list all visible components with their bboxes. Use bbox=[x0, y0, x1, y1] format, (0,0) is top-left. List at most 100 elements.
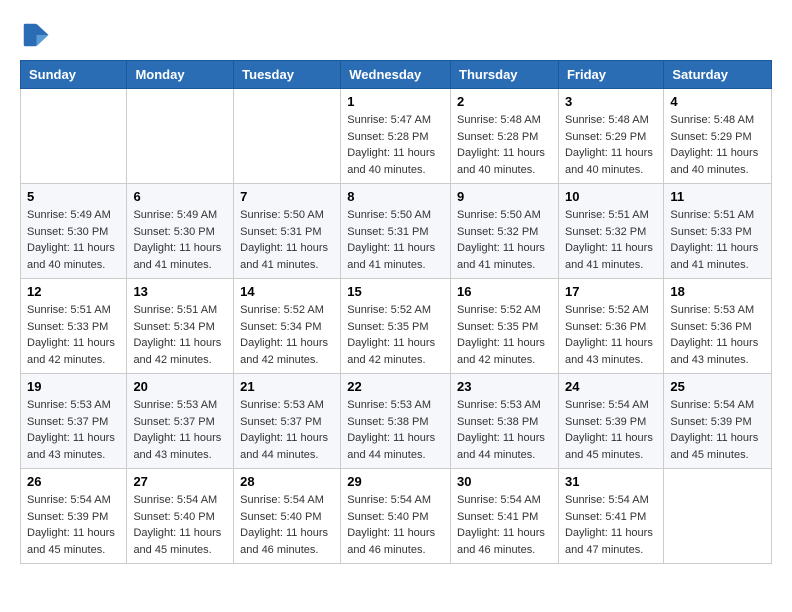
day-info: Sunrise: 5:54 AMSunset: 5:40 PMDaylight:… bbox=[347, 492, 444, 558]
calendar-cell: 18 Sunrise: 5:53 AMSunset: 5:36 PMDayligh… bbox=[664, 279, 772, 374]
day-number: 24 bbox=[565, 379, 657, 394]
calendar-cell: 28 Sunrise: 5:54 AMSunset: 5:40 PMDayligh… bbox=[234, 469, 341, 564]
day-number: 17 bbox=[565, 284, 657, 299]
day-info: Sunrise: 5:50 AMSunset: 5:31 PMDaylight:… bbox=[240, 207, 334, 273]
calendar-cell: 25 Sunrise: 5:54 AMSunset: 5:39 PMDayligh… bbox=[664, 374, 772, 469]
calendar-cell bbox=[127, 89, 234, 184]
day-of-week-header: Friday bbox=[558, 61, 663, 89]
calendar-cell: 14 Sunrise: 5:52 AMSunset: 5:34 PMDayligh… bbox=[234, 279, 341, 374]
day-number: 16 bbox=[457, 284, 552, 299]
day-number: 13 bbox=[133, 284, 227, 299]
day-info: Sunrise: 5:49 AMSunset: 5:30 PMDaylight:… bbox=[27, 207, 120, 273]
day-info: Sunrise: 5:54 AMSunset: 5:39 PMDaylight:… bbox=[670, 397, 765, 463]
day-number: 27 bbox=[133, 474, 227, 489]
day-number: 3 bbox=[565, 94, 657, 109]
day-number: 26 bbox=[27, 474, 120, 489]
calendar-week-row: 12Sunrise: 5:51 AMSunset: 5:33 PMDayligh… bbox=[21, 279, 772, 374]
day-info: Sunrise: 5:53 AMSunset: 5:37 PMDaylight:… bbox=[133, 397, 227, 463]
day-info: Sunrise: 5:52 AMSunset: 5:35 PMDaylight:… bbox=[457, 302, 552, 368]
day-number: 25 bbox=[670, 379, 765, 394]
day-info: Sunrise: 5:53 AMSunset: 5:36 PMDaylight:… bbox=[670, 302, 765, 368]
calendar-cell: 5 Sunrise: 5:49 AMSunset: 5:30 PMDaylight… bbox=[21, 184, 127, 279]
day-number: 2 bbox=[457, 94, 552, 109]
day-info: Sunrise: 5:51 AMSunset: 5:34 PMDaylight:… bbox=[133, 302, 227, 368]
calendar-cell: 6 Sunrise: 5:49 AMSunset: 5:30 PMDaylight… bbox=[127, 184, 234, 279]
calendar-week-row: 1 Sunrise: 5:47 AMSunset: 5:28 PMDaylight… bbox=[21, 89, 772, 184]
day-number: 29 bbox=[347, 474, 444, 489]
day-number: 21 bbox=[240, 379, 334, 394]
day-number: 22 bbox=[347, 379, 444, 394]
page: SundayMondayTuesdayWednesdayThursdayFrid… bbox=[0, 0, 792, 584]
calendar-cell: 17 Sunrise: 5:52 AMSunset: 5:36 PMDayligh… bbox=[558, 279, 663, 374]
day-info: Sunrise: 5:54 AMSunset: 5:39 PMDaylight:… bbox=[565, 397, 657, 463]
day-info: Sunrise: 5:53 AMSunset: 5:38 PMDaylight:… bbox=[347, 397, 444, 463]
day-info: Sunrise: 5:54 AMSunset: 5:40 PMDaylight:… bbox=[133, 492, 227, 558]
calendar-cell: 22 Sunrise: 5:53 AMSunset: 5:38 PMDayligh… bbox=[341, 374, 451, 469]
day-info: Sunrise: 5:50 AMSunset: 5:32 PMDaylight:… bbox=[457, 207, 552, 273]
logo bbox=[20, 20, 54, 50]
day-info: Sunrise: 5:54 AMSunset: 5:41 PMDaylight:… bbox=[457, 492, 552, 558]
calendar-week-row: 19Sunrise: 5:53 AMSunset: 5:37 PMDayligh… bbox=[21, 374, 772, 469]
calendar-table: SundayMondayTuesdayWednesdayThursdayFrid… bbox=[20, 60, 772, 564]
day-number: 15 bbox=[347, 284, 444, 299]
day-info: Sunrise: 5:50 AMSunset: 5:31 PMDaylight:… bbox=[347, 207, 444, 273]
day-number: 7 bbox=[240, 189, 334, 204]
calendar-cell bbox=[21, 89, 127, 184]
day-number: 9 bbox=[457, 189, 552, 204]
day-number: 14 bbox=[240, 284, 334, 299]
calendar-cell: 7 Sunrise: 5:50 AMSunset: 5:31 PMDaylight… bbox=[234, 184, 341, 279]
day-info: Sunrise: 5:53 AMSunset: 5:37 PMDaylight:… bbox=[240, 397, 334, 463]
day-info: Sunrise: 5:54 AMSunset: 5:39 PMDaylight:… bbox=[27, 492, 120, 558]
day-info: Sunrise: 5:52 AMSunset: 5:35 PMDaylight:… bbox=[347, 302, 444, 368]
day-number: 11 bbox=[670, 189, 765, 204]
calendar-cell: 21 Sunrise: 5:53 AMSunset: 5:37 PMDayligh… bbox=[234, 374, 341, 469]
calendar-cell: 24 Sunrise: 5:54 AMSunset: 5:39 PMDayligh… bbox=[558, 374, 663, 469]
day-info: Sunrise: 5:54 AMSunset: 5:41 PMDaylight:… bbox=[565, 492, 657, 558]
day-number: 12 bbox=[27, 284, 120, 299]
day-info: Sunrise: 5:49 AMSunset: 5:30 PMDaylight:… bbox=[133, 207, 227, 273]
day-number: 10 bbox=[565, 189, 657, 204]
calendar-week-row: 26 Sunrise: 5:54 AMSunset: 5:39 PMDayligh… bbox=[21, 469, 772, 564]
day-number: 31 bbox=[565, 474, 657, 489]
calendar-cell: 15 Sunrise: 5:52 AMSunset: 5:35 PMDayligh… bbox=[341, 279, 451, 374]
day-info: Sunrise: 5:51 AMSunset: 5:33 PMDaylight:… bbox=[670, 207, 765, 273]
calendar-cell: 8 Sunrise: 5:50 AMSunset: 5:31 PMDaylight… bbox=[341, 184, 451, 279]
day-info: Sunrise: 5:51 AMSunset: 5:32 PMDaylight:… bbox=[565, 207, 657, 273]
calendar-cell: 23Sunrise: 5:53 AMSunset: 5:38 PMDayligh… bbox=[451, 374, 559, 469]
day-number: 8 bbox=[347, 189, 444, 204]
calendar-cell: 1 Sunrise: 5:47 AMSunset: 5:28 PMDaylight… bbox=[341, 89, 451, 184]
calendar-cell: 4Sunrise: 5:48 AMSunset: 5:29 PMDaylight… bbox=[664, 89, 772, 184]
day-info: Sunrise: 5:54 AMSunset: 5:40 PMDaylight:… bbox=[240, 492, 334, 558]
day-info: Sunrise: 5:52 AMSunset: 5:34 PMDaylight:… bbox=[240, 302, 334, 368]
calendar-cell bbox=[664, 469, 772, 564]
day-number: 23 bbox=[457, 379, 552, 394]
day-number: 30 bbox=[457, 474, 552, 489]
day-of-week-header: Thursday bbox=[451, 61, 559, 89]
day-number: 6 bbox=[133, 189, 227, 204]
calendar-cell: 27 Sunrise: 5:54 AMSunset: 5:40 PMDayligh… bbox=[127, 469, 234, 564]
day-info: Sunrise: 5:47 AMSunset: 5:28 PMDaylight:… bbox=[347, 112, 444, 178]
day-info: Sunrise: 5:52 AMSunset: 5:36 PMDaylight:… bbox=[565, 302, 657, 368]
day-info: Sunrise: 5:53 AMSunset: 5:37 PMDaylight:… bbox=[27, 397, 120, 463]
day-number: 5 bbox=[27, 189, 120, 204]
calendar-cell: 3 Sunrise: 5:48 AMSunset: 5:29 PMDaylight… bbox=[558, 89, 663, 184]
calendar-cell: 31 Sunrise: 5:54 AMSunset: 5:41 PMDayligh… bbox=[558, 469, 663, 564]
day-of-week-header: Tuesday bbox=[234, 61, 341, 89]
calendar-cell: 16 Sunrise: 5:52 AMSunset: 5:35 PMDayligh… bbox=[451, 279, 559, 374]
day-of-week-header: Sunday bbox=[21, 61, 127, 89]
calendar-cell: 13 Sunrise: 5:51 AMSunset: 5:34 PMDayligh… bbox=[127, 279, 234, 374]
calendar-cell: 9 Sunrise: 5:50 AMSunset: 5:32 PMDaylight… bbox=[451, 184, 559, 279]
calendar-cell bbox=[234, 89, 341, 184]
day-number: 1 bbox=[347, 94, 444, 109]
calendar-header-row: SundayMondayTuesdayWednesdayThursdayFrid… bbox=[21, 61, 772, 89]
day-of-week-header: Monday bbox=[127, 61, 234, 89]
header bbox=[20, 20, 772, 50]
day-number: 28 bbox=[240, 474, 334, 489]
day-info: Sunrise: 5:48 AMSunset: 5:29 PMDaylight:… bbox=[565, 112, 657, 178]
calendar-week-row: 5 Sunrise: 5:49 AMSunset: 5:30 PMDaylight… bbox=[21, 184, 772, 279]
calendar-cell: 2Sunrise: 5:48 AMSunset: 5:28 PMDaylight… bbox=[451, 89, 559, 184]
calendar-cell: 10 Sunrise: 5:51 AMSunset: 5:32 PMDayligh… bbox=[558, 184, 663, 279]
day-number: 4 bbox=[670, 94, 765, 109]
day-number: 18 bbox=[670, 284, 765, 299]
day-of-week-header: Saturday bbox=[664, 61, 772, 89]
